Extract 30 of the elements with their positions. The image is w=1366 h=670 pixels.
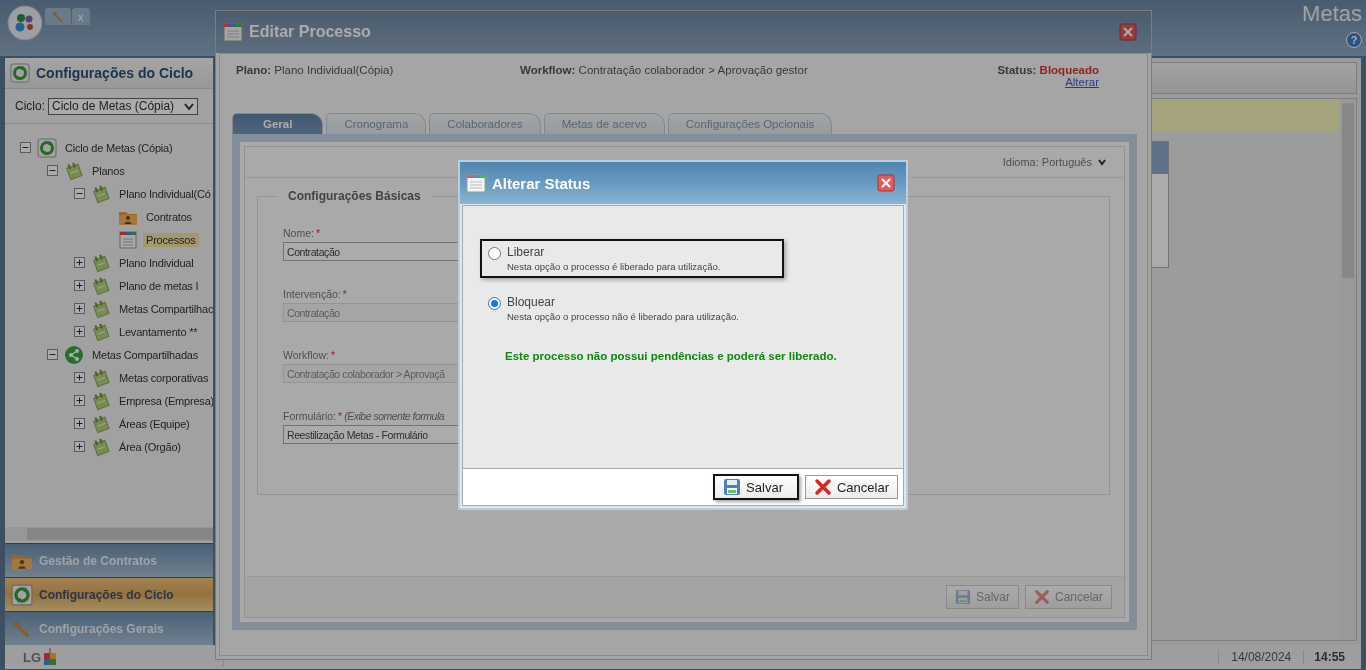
required-mark: * xyxy=(330,349,335,361)
status-text: Status: Bloqueado xyxy=(997,64,1099,76)
info-text: Plano: Plano Individual(Cópia) xyxy=(236,64,395,78)
cycle-label: Ciclo: xyxy=(15,99,45,113)
field-label: Workflow: xyxy=(283,349,329,361)
required-mark: * xyxy=(338,410,343,422)
option-label: Liberar xyxy=(507,245,546,259)
nav-section-label: Gestão de Contratos xyxy=(39,553,158,568)
section-title: Configurações Básicas xyxy=(276,189,433,203)
logo-text: LG xyxy=(23,649,42,665)
field-label: Formulário: xyxy=(283,410,337,422)
nav-section-label: Configurações Gerais xyxy=(39,621,164,636)
required-mark: * xyxy=(342,288,347,300)
option-label: Bloquear xyxy=(507,295,557,309)
time-text: 14:55 xyxy=(1303,650,1355,664)
required-mark: * xyxy=(315,227,321,239)
sidebar-title: Configurações do Ciclo xyxy=(36,65,194,81)
window-title: Editar Processo xyxy=(249,23,371,41)
status-message: Este processo não possui pendências e poderá ser liberado. xyxy=(505,350,838,362)
option-description: Nesta opção o processo é liberado para utilização. xyxy=(507,261,721,272)
select-value: Ciclo de Metas (Cópia) xyxy=(52,99,175,113)
date-text: 14/08/2024 xyxy=(1218,650,1304,664)
nav-section-label: Configurações do Ciclo xyxy=(39,587,174,602)
field-hint: (Exibe somente formula xyxy=(344,410,445,422)
info-text: Workflow: Contratação colaborador > Aprovação gestor xyxy=(520,64,808,78)
field-label: Nome: xyxy=(283,227,314,239)
app-title: Metas xyxy=(1302,0,1362,28)
dialog-title: Alterar Status xyxy=(492,174,591,192)
field-label: Intervenção: xyxy=(283,288,341,300)
option-description: Nesta opção o processo não é liberado para utilização. xyxy=(507,311,739,322)
